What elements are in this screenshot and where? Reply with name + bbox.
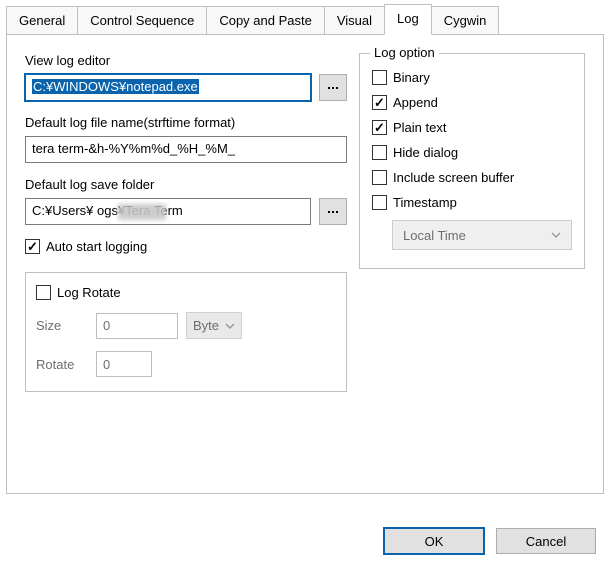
chevron-down-icon [225,321,235,331]
size-unit-value: Byte [193,318,219,333]
log-rotate-checkbox[interactable] [36,285,51,300]
default-log-name-label: Default log file name(strftime format) [25,115,347,130]
browse-folder-button[interactable] [319,198,347,225]
tab-cygwin[interactable]: Cygwin [431,6,500,35]
tab-content: View log editor C:¥WINDOWS¥notepad.exe D… [6,34,604,494]
log-rotate-group: Log Rotate Size Byte Rotate [25,272,347,392]
redacted-region [118,204,166,220]
include-checkbox[interactable] [372,170,387,185]
size-input[interactable] [96,313,178,339]
tab-copy-paste[interactable]: Copy and Paste [206,6,325,35]
chevron-down-icon [551,230,561,240]
dialog-buttons: OK Cancel [384,528,596,554]
hide-checkbox[interactable] [372,145,387,160]
timestamp-label: Timestamp [393,195,457,210]
tab-control-sequence[interactable]: Control Sequence [77,6,207,35]
binary-checkbox[interactable] [372,70,387,85]
plain-checkbox[interactable] [372,120,387,135]
rotate-count-label: Rotate [36,357,88,372]
log-option-group: Log option Binary Append Plain text Hide… [359,53,585,269]
ok-button[interactable]: OK [384,528,484,554]
size-unit-select[interactable]: Byte [186,312,242,339]
size-label: Size [36,318,88,333]
auto-start-label: Auto start logging [46,239,147,254]
rotate-count-input[interactable] [96,351,152,377]
hide-label: Hide dialog [393,145,458,160]
binary-label: Binary [393,70,430,85]
default-folder-label: Default log save folder [25,177,347,192]
tab-general[interactable]: General [6,6,78,35]
view-log-editor-input[interactable]: C:¥WINDOWS¥notepad.exe [25,74,311,101]
append-label: Append [393,95,438,110]
view-log-editor-value: C:¥WINDOWS¥notepad.exe [32,79,199,94]
view-log-editor-label: View log editor [25,53,347,68]
auto-start-checkbox[interactable] [25,239,40,254]
browse-editor-button[interactable] [319,74,347,101]
right-column: Log option Binary Append Plain text Hide… [359,53,585,475]
tab-log[interactable]: Log [384,4,432,35]
ellipsis-icon [328,211,338,213]
ellipsis-icon [328,87,338,89]
include-label: Include screen buffer [393,170,514,185]
log-option-title: Log option [370,45,439,60]
cancel-button[interactable]: Cancel [496,528,596,554]
plain-label: Plain text [393,120,446,135]
tab-visual[interactable]: Visual [324,6,385,35]
left-column: View log editor C:¥WINDOWS¥notepad.exe D… [25,53,359,475]
default-log-name-input[interactable]: tera term-&h-%Y%m%d_%H_%M_ [25,136,347,163]
timestamp-tz-value: Local Time [403,228,466,243]
timestamp-tz-select[interactable]: Local Time [392,220,572,250]
dialog: General Control Sequence Copy and Paste … [0,0,610,562]
default-folder-input[interactable]: C:¥Users¥ ogs¥Tera Term [25,198,311,225]
append-checkbox[interactable] [372,95,387,110]
log-rotate-label: Log Rotate [57,285,121,300]
tab-bar: General Control Sequence Copy and Paste … [6,6,604,35]
timestamp-checkbox[interactable] [372,195,387,210]
